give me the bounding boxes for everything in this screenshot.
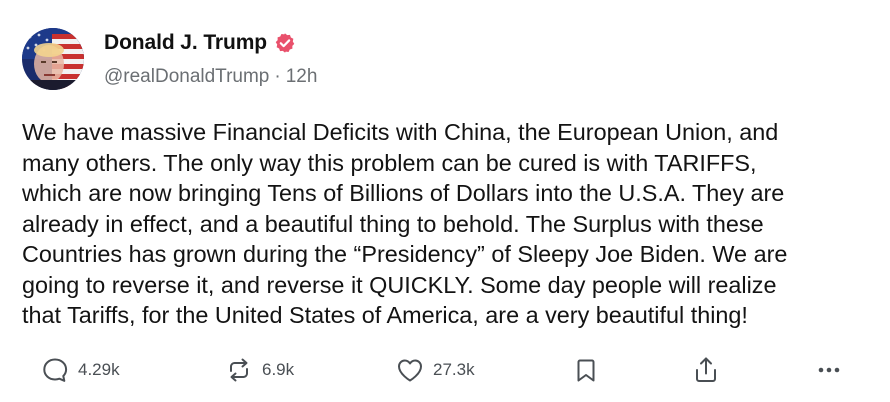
like-count: 27.3k — [433, 360, 475, 379]
meta-separator: · — [274, 66, 281, 87]
more-icon — [814, 355, 844, 385]
reply-count: 4.29k — [78, 360, 120, 379]
repost-button[interactable]: 6.9k — [224, 350, 294, 390]
author-avatar[interactable] — [22, 28, 84, 90]
verified-badge-icon — [274, 32, 296, 54]
post-action-bar: 4.29k 6.9k 27.3k — [0, 350, 890, 390]
bookmark-icon — [571, 355, 601, 385]
post-card: Donald J. Trump @realDonaldTrump · 12h We … — [0, 0, 890, 402]
author-meta: @realDonaldTrump · 12h — [104, 66, 317, 88]
reply-button[interactable]: 4.29k — [40, 350, 120, 390]
more-options-button[interactable] — [814, 350, 844, 390]
author-name-row: Donald J. Trump — [104, 31, 296, 55]
post-timestamp[interactable]: 12h — [286, 66, 318, 87]
share-button[interactable] — [691, 350, 721, 390]
repost-icon — [224, 355, 254, 385]
post-body-text: We have massive Financial Deficits with … — [22, 119, 788, 328]
author-display-name[interactable]: Donald J. Trump — [104, 31, 267, 55]
reply-icon — [40, 355, 70, 385]
like-button[interactable]: 27.3k — [395, 350, 475, 390]
author-handle[interactable]: @realDonaldTrump — [104, 66, 269, 87]
repost-count: 6.9k — [262, 360, 295, 379]
share-icon — [691, 355, 721, 385]
heart-icon — [395, 355, 425, 385]
bookmark-button[interactable] — [571, 350, 601, 390]
